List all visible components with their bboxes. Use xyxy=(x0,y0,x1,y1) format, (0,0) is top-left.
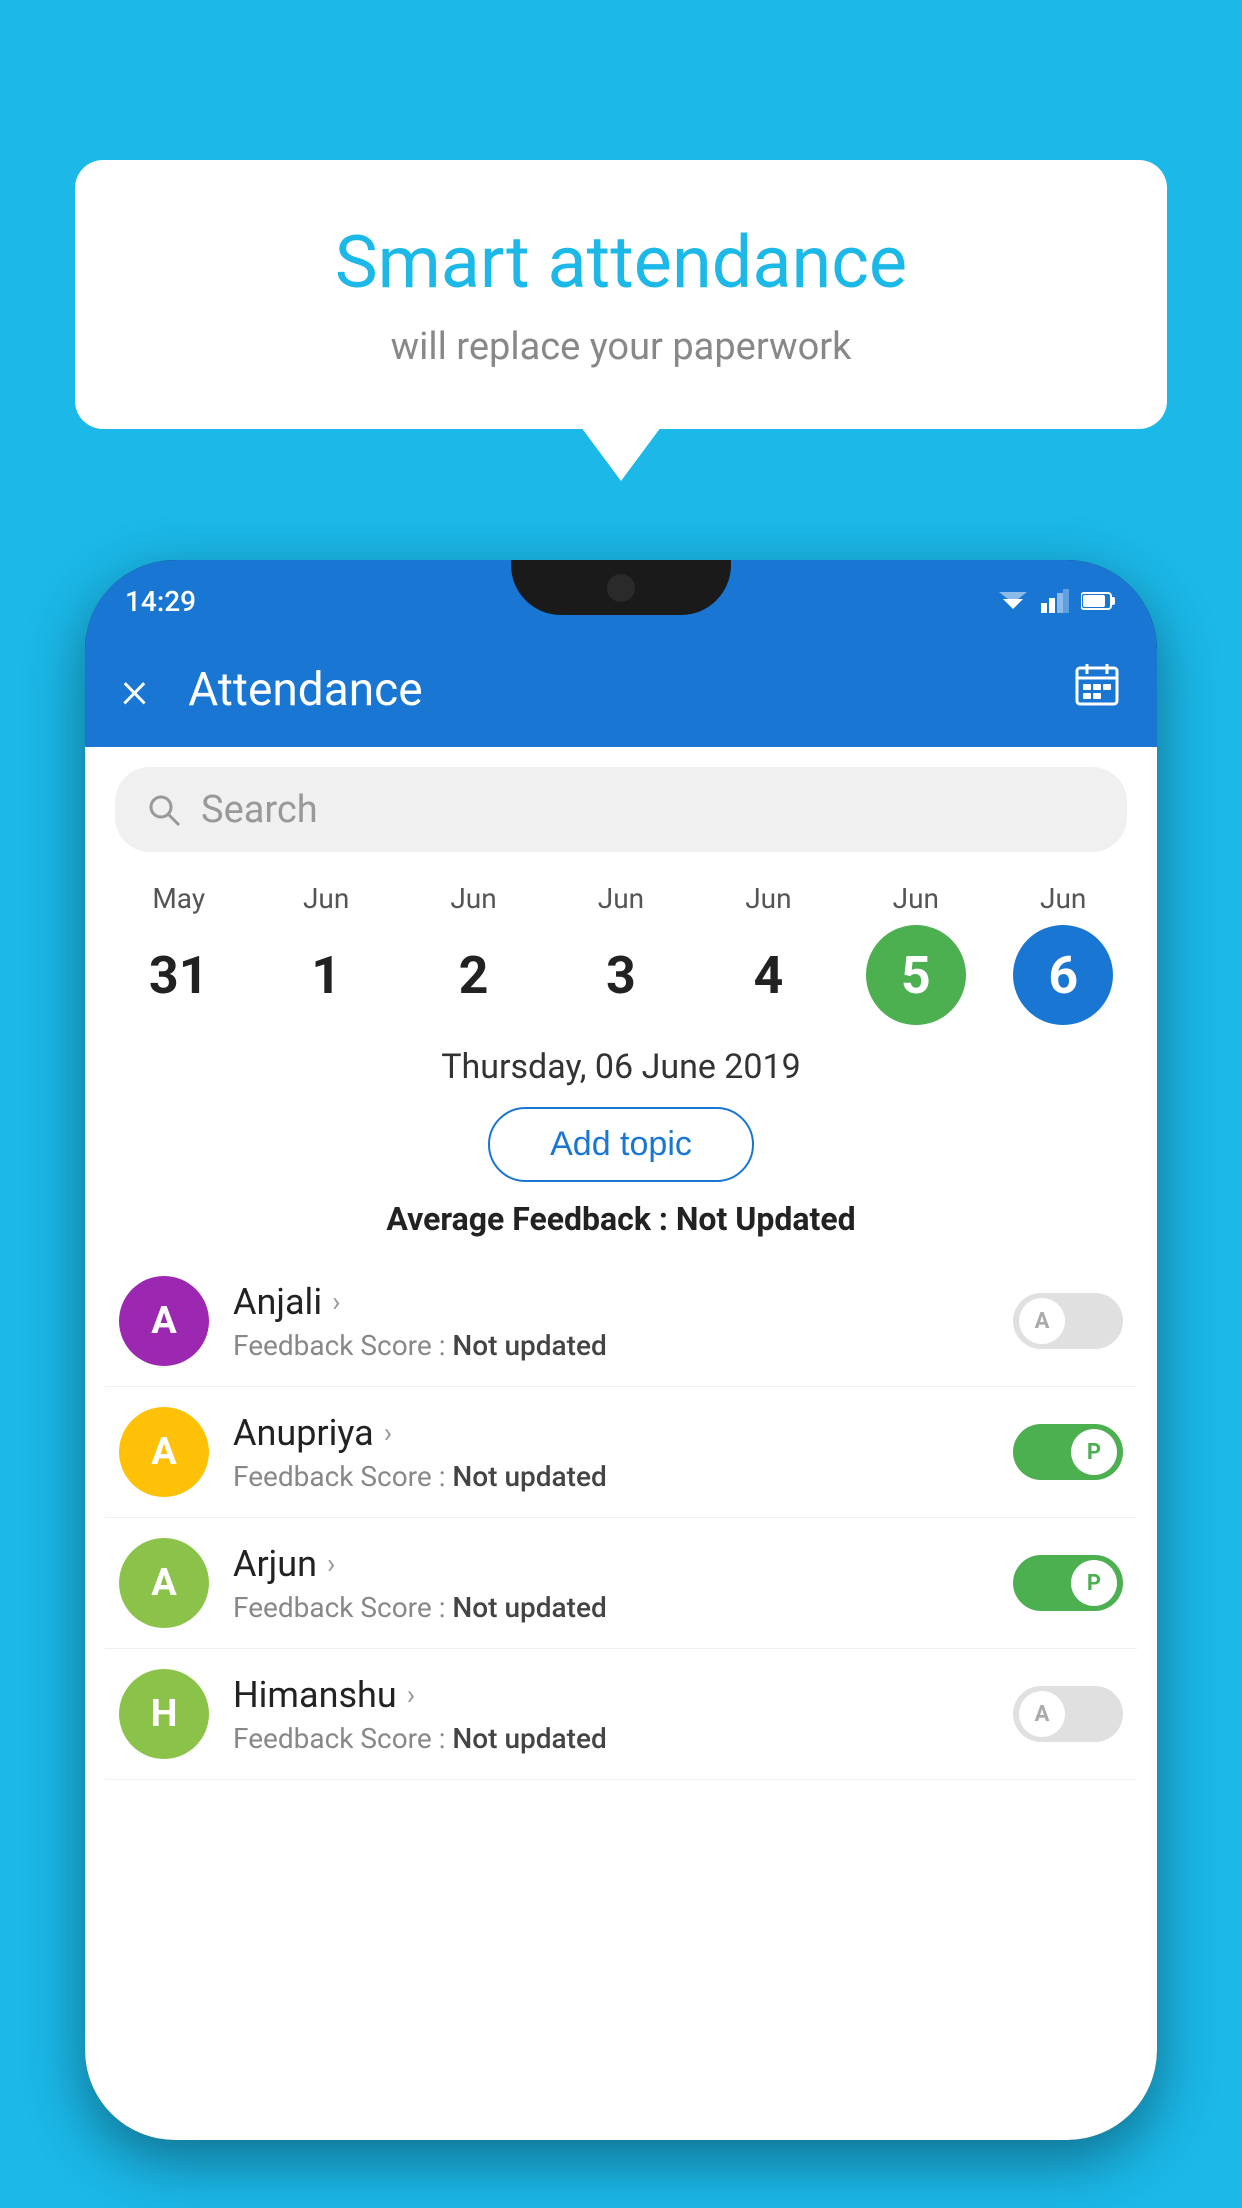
close-button[interactable]: × xyxy=(121,664,148,716)
phone-notch xyxy=(511,560,731,615)
student-row[interactable]: A Anupriya › Feedback Score : Not updated P xyxy=(105,1387,1137,1518)
student-name: Himanshu › xyxy=(233,1674,1013,1716)
speech-bubble: Smart attendance will replace your paper… xyxy=(75,160,1167,429)
calendar-day[interactable]: Jun 6 xyxy=(998,882,1128,1025)
search-input-placeholder[interactable]: Search xyxy=(201,788,318,832)
attendance-toggle[interactable]: P xyxy=(1013,1555,1123,1611)
attendance-toggle[interactable]: P xyxy=(1013,1424,1123,1480)
calendar-icon[interactable] xyxy=(1073,660,1121,719)
attendance-toggle-wrap: P xyxy=(1013,1555,1123,1611)
student-row[interactable]: A Arjun › Feedback Score : Not updated P xyxy=(105,1518,1137,1649)
cal-day-num[interactable]: 2 xyxy=(424,925,524,1025)
avatar: H xyxy=(119,1669,209,1759)
student-list: AAnjali ›Feedback Score : Not updatedAAA… xyxy=(85,1256,1157,1780)
student-info: Anjali › Feedback Score : Not updated xyxy=(233,1281,1013,1362)
chevron-icon: › xyxy=(332,1285,340,1318)
avatar: A xyxy=(119,1276,209,1366)
cal-month-label: Jun xyxy=(450,882,496,915)
toggle-knob: P xyxy=(1071,1429,1117,1475)
toggle-knob: A xyxy=(1019,1691,1065,1737)
status-time: 14:29 xyxy=(125,585,196,618)
status-icons xyxy=(997,589,1117,613)
student-info: Arjun › Feedback Score : Not updated xyxy=(233,1543,1013,1624)
calendar-day[interactable]: Jun 2 xyxy=(409,882,539,1025)
student-row[interactable]: AAnjali ›Feedback Score : Not updatedA xyxy=(105,1256,1137,1387)
cal-month-label: Jun xyxy=(745,882,791,915)
screen-content: Search May 31 Jun 1 Jun 2 Jun 3 Jun 4 Jun 5 Jun 6 Thu… xyxy=(85,747,1157,2140)
calendar-day[interactable]: Jun 1 xyxy=(261,882,391,1025)
average-feedback: Average Feedback : Not Updated xyxy=(85,1200,1157,1238)
cal-day-num[interactable]: 4 xyxy=(718,925,818,1025)
bubble-title: Smart attendance xyxy=(145,220,1097,305)
phone-frame-wrapper: 14:29 xyxy=(85,560,1157,2208)
toggle-knob: P xyxy=(1071,1560,1117,1606)
app-bar: × Attendance xyxy=(85,632,1157,747)
student-name: Anjali › xyxy=(233,1281,1013,1323)
battery-icon xyxy=(1081,591,1117,611)
cal-day-num[interactable]: 3 xyxy=(571,925,671,1025)
calendar-day[interactable]: Jun 3 xyxy=(556,882,686,1025)
cal-month-label: Jun xyxy=(303,882,349,915)
cal-day-num[interactable]: 6 xyxy=(1013,925,1113,1025)
student-feedback: Feedback Score : Not updated xyxy=(233,1722,1013,1755)
avatar: A xyxy=(119,1407,209,1497)
cal-day-num[interactable]: 5 xyxy=(866,925,966,1025)
attendance-toggle-wrap: A xyxy=(1013,1293,1123,1349)
student-feedback: Feedback Score : Not updated xyxy=(233,1591,1013,1624)
chevron-icon: › xyxy=(384,1416,392,1449)
phone-frame: 14:29 xyxy=(85,560,1157,2140)
search-icon xyxy=(145,791,183,829)
avg-feedback-label: Average Feedback : xyxy=(386,1200,675,1238)
student-info: Anupriya › Feedback Score : Not updated xyxy=(233,1412,1013,1493)
calendar-day[interactable]: May 31 xyxy=(114,882,244,1025)
cal-month-label: Jun xyxy=(893,882,939,915)
calendar-day[interactable]: Jun 4 xyxy=(703,882,833,1025)
student-feedback: Feedback Score : Not updated xyxy=(233,1460,1013,1493)
calendar-icon-svg xyxy=(1073,660,1121,708)
toggle-knob: A xyxy=(1019,1298,1065,1344)
chevron-icon: › xyxy=(407,1678,415,1711)
search-bar[interactable]: Search xyxy=(115,767,1127,852)
avatar: A xyxy=(119,1538,209,1628)
student-row[interactable]: H Himanshu › Feedback Score : Not updatedA xyxy=(105,1649,1137,1780)
cal-month-label: Jun xyxy=(598,882,644,915)
cal-day-num[interactable]: 1 xyxy=(276,925,376,1025)
cal-month-label: May xyxy=(152,882,205,915)
chevron-icon: › xyxy=(327,1547,335,1580)
cal-day-num[interactable]: 31 xyxy=(129,925,229,1025)
bubble-subtitle: will replace your paperwork xyxy=(145,325,1097,369)
attendance-toggle-wrap: P xyxy=(1013,1424,1123,1480)
avg-feedback-value: Not Updated xyxy=(676,1200,856,1238)
attendance-toggle-wrap: A xyxy=(1013,1686,1123,1742)
attendance-toggle[interactable]: A xyxy=(1013,1686,1123,1742)
calendar-strip: May 31 Jun 1 Jun 2 Jun 3 Jun 4 Jun 5 Jun 6 xyxy=(85,872,1157,1025)
add-topic-button-wrapper: Add topic xyxy=(85,1107,1157,1182)
attendance-toggle[interactable]: A xyxy=(1013,1293,1123,1349)
front-camera xyxy=(607,574,635,602)
student-info: Himanshu › Feedback Score : Not updated xyxy=(233,1674,1013,1755)
signal-icon xyxy=(1041,589,1069,613)
wifi-icon xyxy=(997,589,1029,613)
app-bar-title: Attendance xyxy=(188,663,1073,717)
student-feedback: Feedback Score : Not updated xyxy=(233,1329,1013,1362)
student-name: Arjun › xyxy=(233,1543,1013,1585)
cal-month-label: Jun xyxy=(1040,882,1086,915)
selected-date: Thursday, 06 June 2019 xyxy=(85,1025,1157,1101)
calendar-day[interactable]: Jun 5 xyxy=(851,882,981,1025)
add-topic-button[interactable]: Add topic xyxy=(488,1107,754,1182)
student-name: Anupriya › xyxy=(233,1412,1013,1454)
